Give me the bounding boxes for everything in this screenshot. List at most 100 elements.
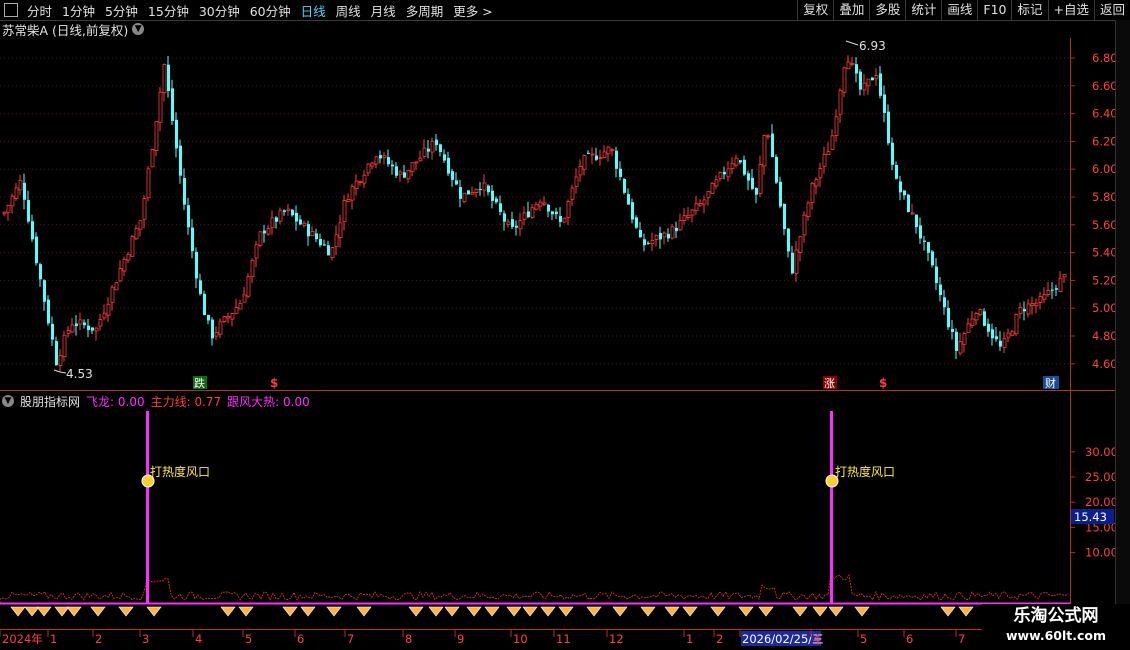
candle-body — [162, 64, 167, 94]
candle-body — [978, 309, 983, 316]
price-tick-label: 5.80 — [1092, 190, 1118, 204]
candle-body — [1030, 303, 1035, 307]
candle-body — [238, 303, 243, 310]
candle-body — [66, 330, 71, 334]
candle-body — [939, 284, 942, 296]
feilong-value: 飞龙: 0.00 — [86, 394, 145, 409]
candlesticks — [2, 55, 1067, 372]
candle-body — [18, 179, 23, 191]
candle-body — [647, 242, 650, 244]
candle-body — [522, 212, 527, 220]
right-sidebar[interactable] — [1115, 20, 1130, 650]
price-axis: 6.80 6.60 6.40 6.20 6.00 5.80 5.60 5.40 5.20 5.00… — [1070, 51, 1118, 371]
candle-body — [479, 188, 482, 190]
candle-body — [35, 236, 38, 264]
candle-body — [246, 276, 251, 297]
diamond-signal-icon — [710, 606, 726, 617]
watermark: 乐淘公式网 www.60lt.com — [982, 604, 1130, 650]
candle-body — [702, 199, 707, 205]
date-label: 4 — [195, 632, 202, 646]
dollar-marker-2[interactable]: $ — [879, 376, 887, 390]
candle-body — [871, 77, 874, 81]
cai-marker[interactable]: 财 — [1045, 376, 1056, 390]
candle-body — [47, 299, 50, 324]
diamond-signal-icon — [664, 606, 680, 617]
diamond-signal-icon — [738, 606, 754, 617]
diamond-signal-icon — [758, 606, 774, 617]
candle-body — [391, 164, 394, 167]
candle-body — [70, 324, 75, 333]
candle-body — [430, 140, 435, 153]
candle-body — [222, 316, 227, 322]
candle-body — [947, 307, 950, 328]
candle-body — [342, 200, 347, 222]
signal-label-1: 打热度风口 — [150, 464, 210, 479]
candle-body — [574, 176, 579, 188]
candle-body — [907, 194, 910, 212]
candle-body — [826, 151, 831, 155]
price-tick-label: 5.40 — [1092, 246, 1118, 260]
diamond-signal-icon — [238, 606, 254, 617]
candle-body — [6, 204, 11, 213]
candle-body — [923, 240, 926, 242]
candle-body — [27, 200, 30, 222]
candle-body — [806, 202, 811, 217]
watermark-url: www.60lt.com — [1005, 628, 1107, 643]
candle-body — [698, 203, 703, 206]
candle-body — [374, 156, 379, 165]
zhang-marker[interactable]: 涨 — [824, 377, 835, 390]
candle-body — [562, 217, 567, 223]
candle-body — [762, 135, 767, 167]
candle-body — [167, 64, 170, 91]
candle-body — [1042, 294, 1047, 300]
die-marker[interactable]: 跌 — [194, 376, 205, 390]
candle-body — [903, 190, 906, 196]
kline-chart[interactable]: 6.80 6.60 6.40 6.20 6.00 5.80 5.60 5.40 5.20 5.00… — [0, 0, 1130, 650]
diamond-signal-icon — [854, 606, 870, 617]
candle-body — [723, 171, 726, 175]
candle-body — [379, 155, 382, 159]
diamond-signal-icon — [10, 606, 26, 617]
candle-body — [1046, 290, 1051, 295]
candle-body — [487, 185, 490, 193]
candle-body — [187, 205, 190, 228]
diamond-signal-icon — [300, 606, 316, 617]
candle-body — [555, 211, 558, 215]
candle-body — [910, 212, 915, 215]
diamond-signal-icon — [408, 606, 424, 617]
candle-body — [91, 327, 94, 331]
candle-body — [150, 149, 155, 168]
candle-body — [667, 233, 670, 239]
candle-body — [855, 64, 858, 74]
candle-body — [995, 336, 998, 340]
candle-body — [158, 91, 163, 123]
diamond-signal-icon — [118, 606, 134, 617]
indicator-chevron-icon[interactable]: ▼ — [2, 395, 14, 407]
candle-body — [1062, 273, 1067, 278]
candle-body — [747, 173, 750, 181]
candle-body — [887, 111, 890, 144]
candle-body — [14, 187, 19, 199]
candle-body — [451, 171, 454, 180]
candle-body — [291, 209, 294, 216]
candle-body — [743, 159, 746, 175]
candle-body — [794, 249, 799, 274]
spike-bar-1 — [146, 411, 149, 603]
candle-body — [106, 303, 111, 316]
candle-body — [690, 209, 695, 216]
candle-body — [606, 146, 611, 155]
candle-body — [254, 244, 259, 259]
candle-body — [818, 168, 823, 179]
candle-body — [218, 321, 223, 335]
date-label: 7 — [958, 632, 965, 646]
spike-bar-2 — [830, 411, 833, 603]
diamond-signal-icon — [466, 606, 482, 617]
price-tick-label: 6.40 — [1092, 107, 1118, 121]
candle-body — [142, 198, 147, 220]
date-label: 1 — [50, 632, 57, 646]
candle-body — [414, 161, 419, 164]
candle-body — [730, 163, 735, 170]
candle-body — [110, 286, 115, 303]
candle-body — [779, 181, 782, 207]
dollar-marker-1[interactable]: $ — [270, 376, 278, 390]
